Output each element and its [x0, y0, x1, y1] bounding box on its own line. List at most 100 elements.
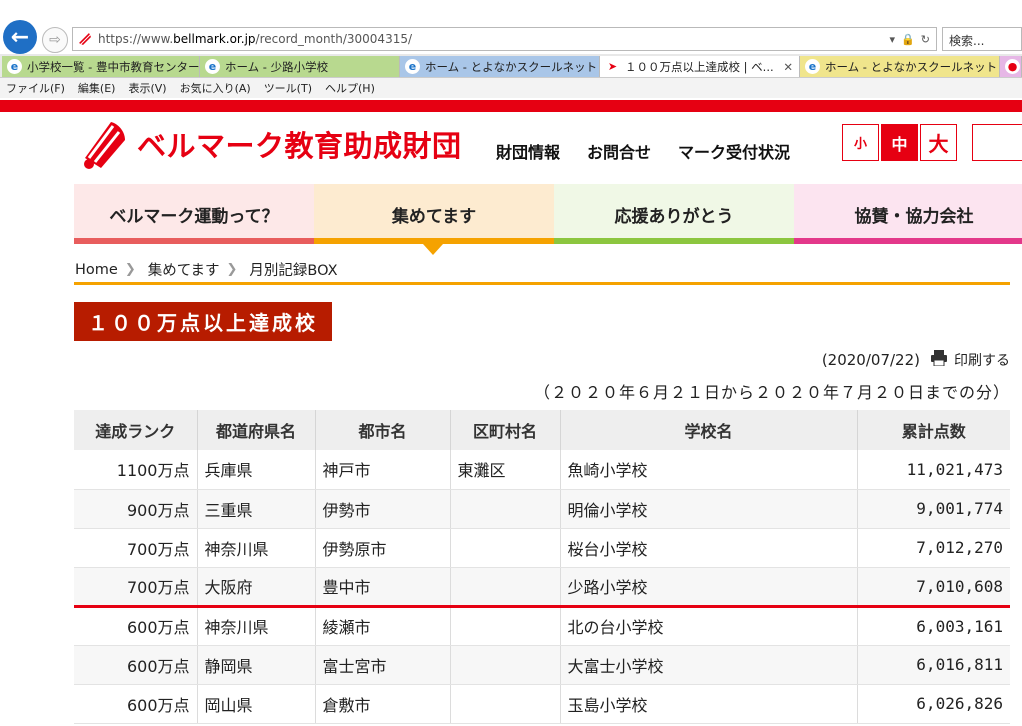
period-text: （２０２０年６月２１日から２０２０年７月２０日までの分）	[533, 383, 1010, 402]
font-medium-button[interactable]: 中	[881, 124, 918, 161]
menu-tools[interactable]: ツール(T)	[264, 80, 312, 96]
breadcrumb-collecting[interactable]: 集めてます	[148, 259, 220, 280]
ward-cell	[450, 684, 561, 724]
column-header: 学校名	[560, 410, 858, 450]
close-icon[interactable]: ✕	[777, 60, 799, 74]
prefecture-cell: 神奈川県	[197, 606, 316, 646]
column-header: 区町村名	[450, 410, 561, 450]
nav-about[interactable]: ベルマーク運動って？	[74, 184, 314, 244]
font-large-button[interactable]: 大	[920, 124, 957, 161]
site-search-input[interactable]	[972, 124, 1022, 161]
points-cell: 7,012,270	[857, 528, 1010, 568]
table-header-row: 達成ランク 都道府県名 都市名 区町村名 学校名 累計点数	[74, 410, 1010, 450]
menu-bar: ファイル(F) 編集(E) 表示(V) お気に入り(A) ツール(T) ヘルプ(…	[0, 78, 1022, 98]
points-cell: 9,001,774	[857, 489, 1010, 529]
nav-thanks-label: 応援ありがとう	[614, 206, 734, 227]
ward-cell	[450, 645, 561, 685]
browser-tab[interactable]: e ホーム - とよなかスクールネット	[400, 56, 600, 77]
ie-icon: e	[205, 59, 220, 74]
font-size-switcher: 小 中 大	[842, 124, 957, 161]
back-arrow-icon[interactable]: ←	[3, 20, 37, 54]
ie-icon: e	[7, 59, 22, 74]
update-date: (2020/07/22)	[821, 351, 920, 369]
forward-arrow-icon[interactable]: ⇨	[42, 27, 68, 53]
ward-cell	[450, 567, 561, 608]
school-cell: 大富士小学校	[560, 645, 858, 685]
header-link-contact[interactable]: お問合せ	[587, 139, 651, 163]
rank-cell: 700万点	[74, 528, 198, 568]
prefecture-cell: 静岡県	[197, 645, 316, 685]
column-header: 達成ランク	[74, 410, 198, 450]
rank-cell: 600万点	[74, 684, 198, 724]
column-header: 都道府県名	[197, 410, 316, 450]
breadcrumb-current: 月別記録BOX	[249, 263, 338, 279]
rank-cell: 700万点	[74, 567, 198, 608]
prefecture-cell: 兵庫県	[197, 450, 316, 490]
prefecture-cell: 神奈川県	[197, 528, 316, 568]
address-bar[interactable]: https://www.bellmark.or.jp/record_month/…	[72, 27, 937, 51]
font-small-button[interactable]: 小	[842, 124, 879, 161]
rank-cell: 600万点	[74, 645, 198, 685]
browser-tab[interactable]: e ホーム - とよなかスクールネット	[800, 56, 1000, 77]
points-cell: 7,010,608	[857, 567, 1010, 608]
lock-icon[interactable]: 🔒	[901, 33, 915, 46]
url-text[interactable]: https://www.bellmark.or.jp/record_month/…	[98, 32, 890, 46]
city-cell: 綾瀬市	[315, 606, 451, 646]
menu-favorites[interactable]: お気に入り(A)	[180, 80, 251, 96]
ie-icon: e	[405, 59, 420, 74]
browser-search-input[interactable]: 検索...	[942, 27, 1022, 51]
breadcrumb-home[interactable]: Home	[75, 262, 118, 278]
school-cell: 北の台小学校	[560, 606, 858, 646]
menu-edit[interactable]: 編集(E)	[78, 80, 116, 96]
print-link[interactable]: 印刷する	[954, 350, 1010, 370]
main-nav: ベルマーク運動って？ 集めてます 応援ありがとう 協賛・協力会社	[74, 184, 1022, 244]
chevron-right-icon: ❯	[226, 262, 238, 277]
ie-icon: e	[805, 59, 820, 74]
points-cell: 6,016,811	[857, 645, 1010, 685]
school-cell: 玉島小学校	[560, 684, 858, 724]
points-cell: 11,021,473	[857, 450, 1010, 490]
nav-sponsors[interactable]: 協賛・協力会社	[794, 184, 1022, 244]
browser-tab[interactable]: ●	[1000, 56, 1022, 77]
nav-about-label: ベルマーク運動って？	[109, 206, 279, 227]
chevron-right-icon: ❯	[124, 262, 136, 277]
nav-collecting[interactable]: 集めてます	[314, 184, 554, 244]
browser-toolbar: ← ⇨ https://www.bellmark.or.jp/record_mo…	[0, 0, 1022, 54]
ward-cell: 東灘区	[450, 450, 561, 490]
browser-tab-active[interactable]: ➤ １００万点以上達成校 | ベ... ✕	[600, 56, 800, 77]
table-row: 700万点 神奈川県 伊勢原市 桜台小学校 7,012,270	[74, 528, 1010, 568]
breadcrumb: Home ❯ 集めてます ❯ 月別記録BOX	[75, 259, 338, 280]
nav-thanks[interactable]: 応援ありがとう	[554, 184, 794, 244]
site-top-strip	[0, 100, 1022, 112]
nav-collecting-label: 集めてます	[391, 206, 477, 227]
header-link-status[interactable]: マーク受付状況	[678, 139, 790, 163]
header-link-foundation[interactable]: 財団情報	[496, 139, 560, 163]
rank-cell: 1100万点	[74, 450, 198, 490]
refresh-icon[interactable]: ↻	[921, 33, 930, 46]
browser-tab-bar: e 小学校一覧 - 豊中市教育センター e ホーム - 少路小学校 e ホーム - と…	[0, 54, 1022, 78]
bellmark-favicon-icon: ➤	[605, 59, 620, 74]
bellmark-favicon-icon	[77, 31, 93, 47]
browser-tab[interactable]: e 小学校一覧 - 豊中市教育センター	[2, 56, 200, 77]
browser-tab[interactable]: e ホーム - 少路小学校	[200, 56, 400, 77]
ward-cell	[450, 606, 561, 646]
page-title: １００万点以上達成校	[74, 302, 332, 341]
city-cell: 伊勢原市	[315, 528, 451, 568]
favicon-icon: ●	[1005, 59, 1020, 74]
active-nav-arrow-icon	[423, 244, 443, 255]
prefecture-cell: 三重県	[197, 489, 316, 529]
city-cell: 倉敷市	[315, 684, 451, 724]
printer-icon[interactable]	[930, 350, 948, 370]
rank-cell: 600万点	[74, 606, 198, 646]
points-cell: 6,003,161	[857, 606, 1010, 646]
table-row: 1100万点 兵庫県 神戸市 東灘区 魚崎小学校 11,021,473	[74, 450, 1010, 490]
school-cell: 桜台小学校	[560, 528, 858, 568]
menu-file[interactable]: ファイル(F)	[6, 80, 65, 96]
table-row: 700万点 大阪府 豊中市 少路小学校 7,010,608	[74, 567, 1010, 608]
table-row: 600万点 静岡県 富士宮市 大富士小学校 6,016,811	[74, 645, 1010, 685]
school-cell: 少路小学校	[560, 567, 858, 608]
menu-help[interactable]: ヘルプ(H)	[325, 80, 375, 96]
menu-view[interactable]: 表示(V)	[128, 80, 166, 96]
site-logo[interactable]: ベルマーク教育助成財団	[75, 118, 462, 170]
dropdown-icon[interactable]: ▾	[890, 33, 896, 46]
